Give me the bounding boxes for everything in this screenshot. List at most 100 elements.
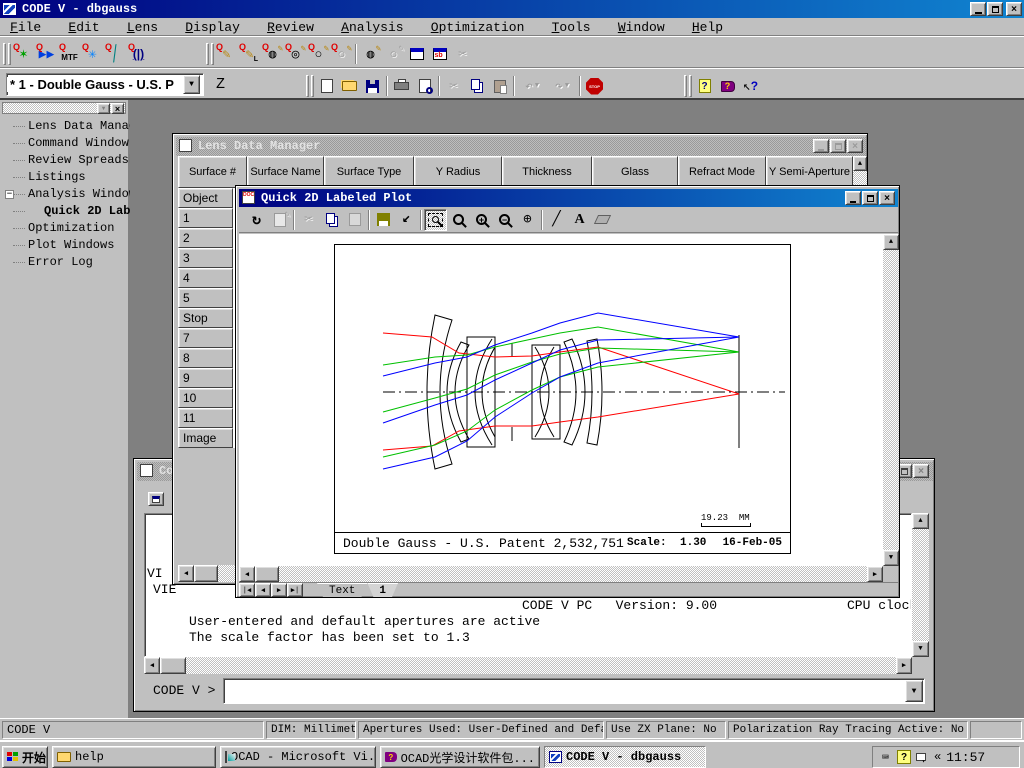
ldm-scroll-up[interactable]: ▲: [853, 156, 867, 171]
plot-vscrollbar[interactable]: ▲ ▼: [883, 234, 899, 566]
tree-expand-box[interactable]: −: [5, 190, 14, 199]
ldm-row-header[interactable]: Stop: [178, 308, 233, 328]
plot-scroll-thumb[interactable]: [255, 566, 279, 582]
sidebar-item-optimization[interactable]: Optimization: [0, 220, 130, 237]
ldm-column-header[interactable]: Y Semi-Aperture: [766, 156, 853, 188]
field-plot-icon[interactable]: ▶▶: [35, 43, 58, 65]
menu-lens[interactable]: Lens: [117, 18, 168, 37]
zoom-position-label[interactable]: Z: [216, 76, 225, 93]
help-topics-icon[interactable]: ?: [693, 75, 716, 97]
keyboard-tray-icon[interactable]: ⌨: [877, 749, 894, 765]
ldm-minimize-button[interactable]: [813, 139, 829, 153]
print-preview-icon[interactable]: [413, 75, 436, 97]
sidebar-item-lens-data-manager[interactable]: Lens Data Manager: [0, 118, 130, 135]
web-export-icon[interactable]: ⊕: [516, 209, 539, 231]
sidebar-item-quick-2d-labeled[interactable]: Quick 2D Lab: [0, 203, 130, 220]
global-draw-icon[interactable]: ◍✎: [359, 43, 382, 65]
plot-titlebar[interactable]: DOC Quick 2D Labeled Plot ×: [239, 189, 898, 207]
undo-icon[interactable]: ↶▼: [517, 75, 547, 97]
plot-paste-icon[interactable]: [343, 209, 366, 231]
tab-last-button[interactable]: ▶|: [287, 583, 303, 597]
quick-plot-icon[interactable]: ✎: [215, 43, 238, 65]
ldm-column-header[interactable]: Glass: [592, 156, 678, 188]
panel-menu-button[interactable]: ▼: [97, 103, 110, 114]
menu-tools[interactable]: Tools: [542, 18, 601, 37]
mtf-analysis-icon[interactable]: MTF: [58, 43, 81, 65]
scroll-thumb[interactable]: [160, 657, 186, 674]
command-vscrollbar[interactable]: ▲ ▼: [912, 513, 929, 657]
close-button[interactable]: ×: [1006, 2, 1022, 16]
text-tool-icon[interactable]: A: [568, 209, 591, 231]
line-tool-icon[interactable]: ╱: [545, 209, 568, 231]
ldm-column-header[interactable]: Surface #: [178, 156, 247, 188]
copy-icon[interactable]: [465, 75, 488, 97]
menu-analysis[interactable]: Analysis: [331, 18, 413, 37]
tab-first-button[interactable]: |◀: [239, 583, 255, 597]
task-ocad-package[interactable]: ? OCAD光学设计软件包...: [380, 746, 540, 768]
sidebar-item-plot-windows[interactable]: Plot Windows: [0, 237, 130, 254]
tab-next-button[interactable]: ▶: [271, 583, 287, 597]
ray-fan-analysis-icon[interactable]: ✶: [12, 43, 35, 65]
restore-button[interactable]: [987, 2, 1003, 16]
start-button[interactable]: 开始: [2, 746, 48, 768]
task-ocad-visual[interactable]: OCAD - Microsoft Vi...: [220, 746, 376, 768]
quick-plot-labeled-icon[interactable]: ✎L: [238, 43, 261, 65]
worksheet-buffer-icon[interactable]: sb: [428, 43, 451, 65]
plot-canvas[interactable]: 19.23 MM Double Gauss - U.S. Patent 2,53…: [239, 234, 883, 566]
app-icon[interactable]: [2, 2, 17, 16]
solid-view-2-icon[interactable]: ◎✎: [284, 43, 307, 65]
command-close-button[interactable]: ×: [913, 464, 929, 478]
pointer-tool-icon[interactable]: ↗: [395, 209, 418, 231]
task-help[interactable]: help: [52, 746, 216, 768]
ldm-row-header[interactable]: 2: [178, 228, 233, 248]
command-input-dropdown[interactable]: ▼: [905, 680, 923, 702]
menu-window[interactable]: Window: [608, 18, 675, 37]
minimize-button[interactable]: [970, 2, 986, 16]
task-codev[interactable]: CODE V - dbgauss: [544, 746, 706, 768]
zoom-normal-icon[interactable]: [447, 209, 470, 231]
ldm-maximize-button[interactable]: [830, 139, 846, 153]
ldm-row-header[interactable]: Object: [178, 188, 233, 208]
ldm-row-header[interactable]: 7: [178, 328, 233, 348]
tab-text[interactable]: Text: [317, 583, 367, 597]
context-help-icon[interactable]: ↖?: [739, 75, 762, 97]
save-file-icon[interactable]: [361, 75, 384, 97]
menu-help[interactable]: Help: [682, 18, 733, 37]
plot-properties-icon[interactable]: ✎: [268, 209, 291, 231]
ldm-row-header[interactable]: 9: [178, 368, 233, 388]
plot-copy-icon[interactable]: [320, 209, 343, 231]
plot-cut-icon[interactable]: ✂: [297, 209, 320, 231]
new-file-icon[interactable]: [315, 75, 338, 97]
sidebar-item-analysis-windows[interactable]: Analysis Windows: [0, 186, 130, 203]
sidebar-item-listings[interactable]: Listings: [0, 169, 130, 186]
cut-tool-disabled-icon[interactable]: ✂: [451, 43, 474, 65]
plot-hscrollbar[interactable]: ◀ ▶: [239, 566, 883, 582]
refresh-icon[interactable]: ↻: [245, 209, 268, 231]
menu-file[interactable]: File: [0, 18, 51, 37]
tab-prev-button[interactable]: ◀: [255, 583, 271, 597]
ldm-close-button[interactable]: ×: [847, 139, 863, 153]
eraser-tool-icon[interactable]: [591, 209, 614, 231]
sidebar-item-command-window[interactable]: Command Window: [0, 135, 130, 152]
plot-save-icon[interactable]: [372, 209, 395, 231]
sidebar-item-review-spreadsheet[interactable]: Review Spreadshee: [0, 152, 130, 169]
ldm-column-header[interactable]: Y Radius: [414, 156, 502, 188]
print-icon[interactable]: [390, 75, 413, 97]
solid-view-icon[interactable]: ◍✎: [261, 43, 284, 65]
spot-diagram-icon[interactable]: ✳: [81, 43, 104, 65]
command-hscrollbar[interactable]: ◀ ▶: [144, 657, 912, 674]
menu-display[interactable]: Display: [175, 18, 250, 37]
help-tray-icon[interactable]: ?: [897, 750, 911, 764]
ldm-column-header[interactable]: Refract Mode: [678, 156, 766, 188]
lens-selector-dropdown-button[interactable]: ▼: [183, 75, 200, 94]
plot-scroll-down[interactable]: ▼: [883, 550, 899, 566]
ldm-row-header[interactable]: 8: [178, 348, 233, 368]
ldm-column-header[interactable]: Thickness: [502, 156, 592, 188]
lens-draw-icon[interactable]: ○✎: [307, 43, 330, 65]
sidebar-item-error-log[interactable]: Error Log: [0, 254, 130, 271]
scroll-right-button[interactable]: ▶: [896, 657, 912, 674]
tray-chevron[interactable]: «: [934, 750, 941, 764]
scroll-up-button[interactable]: ▲: [912, 513, 929, 529]
ldm-column-header[interactable]: Surface Type: [324, 156, 414, 188]
spreadsheet-window-icon[interactable]: [405, 43, 428, 65]
